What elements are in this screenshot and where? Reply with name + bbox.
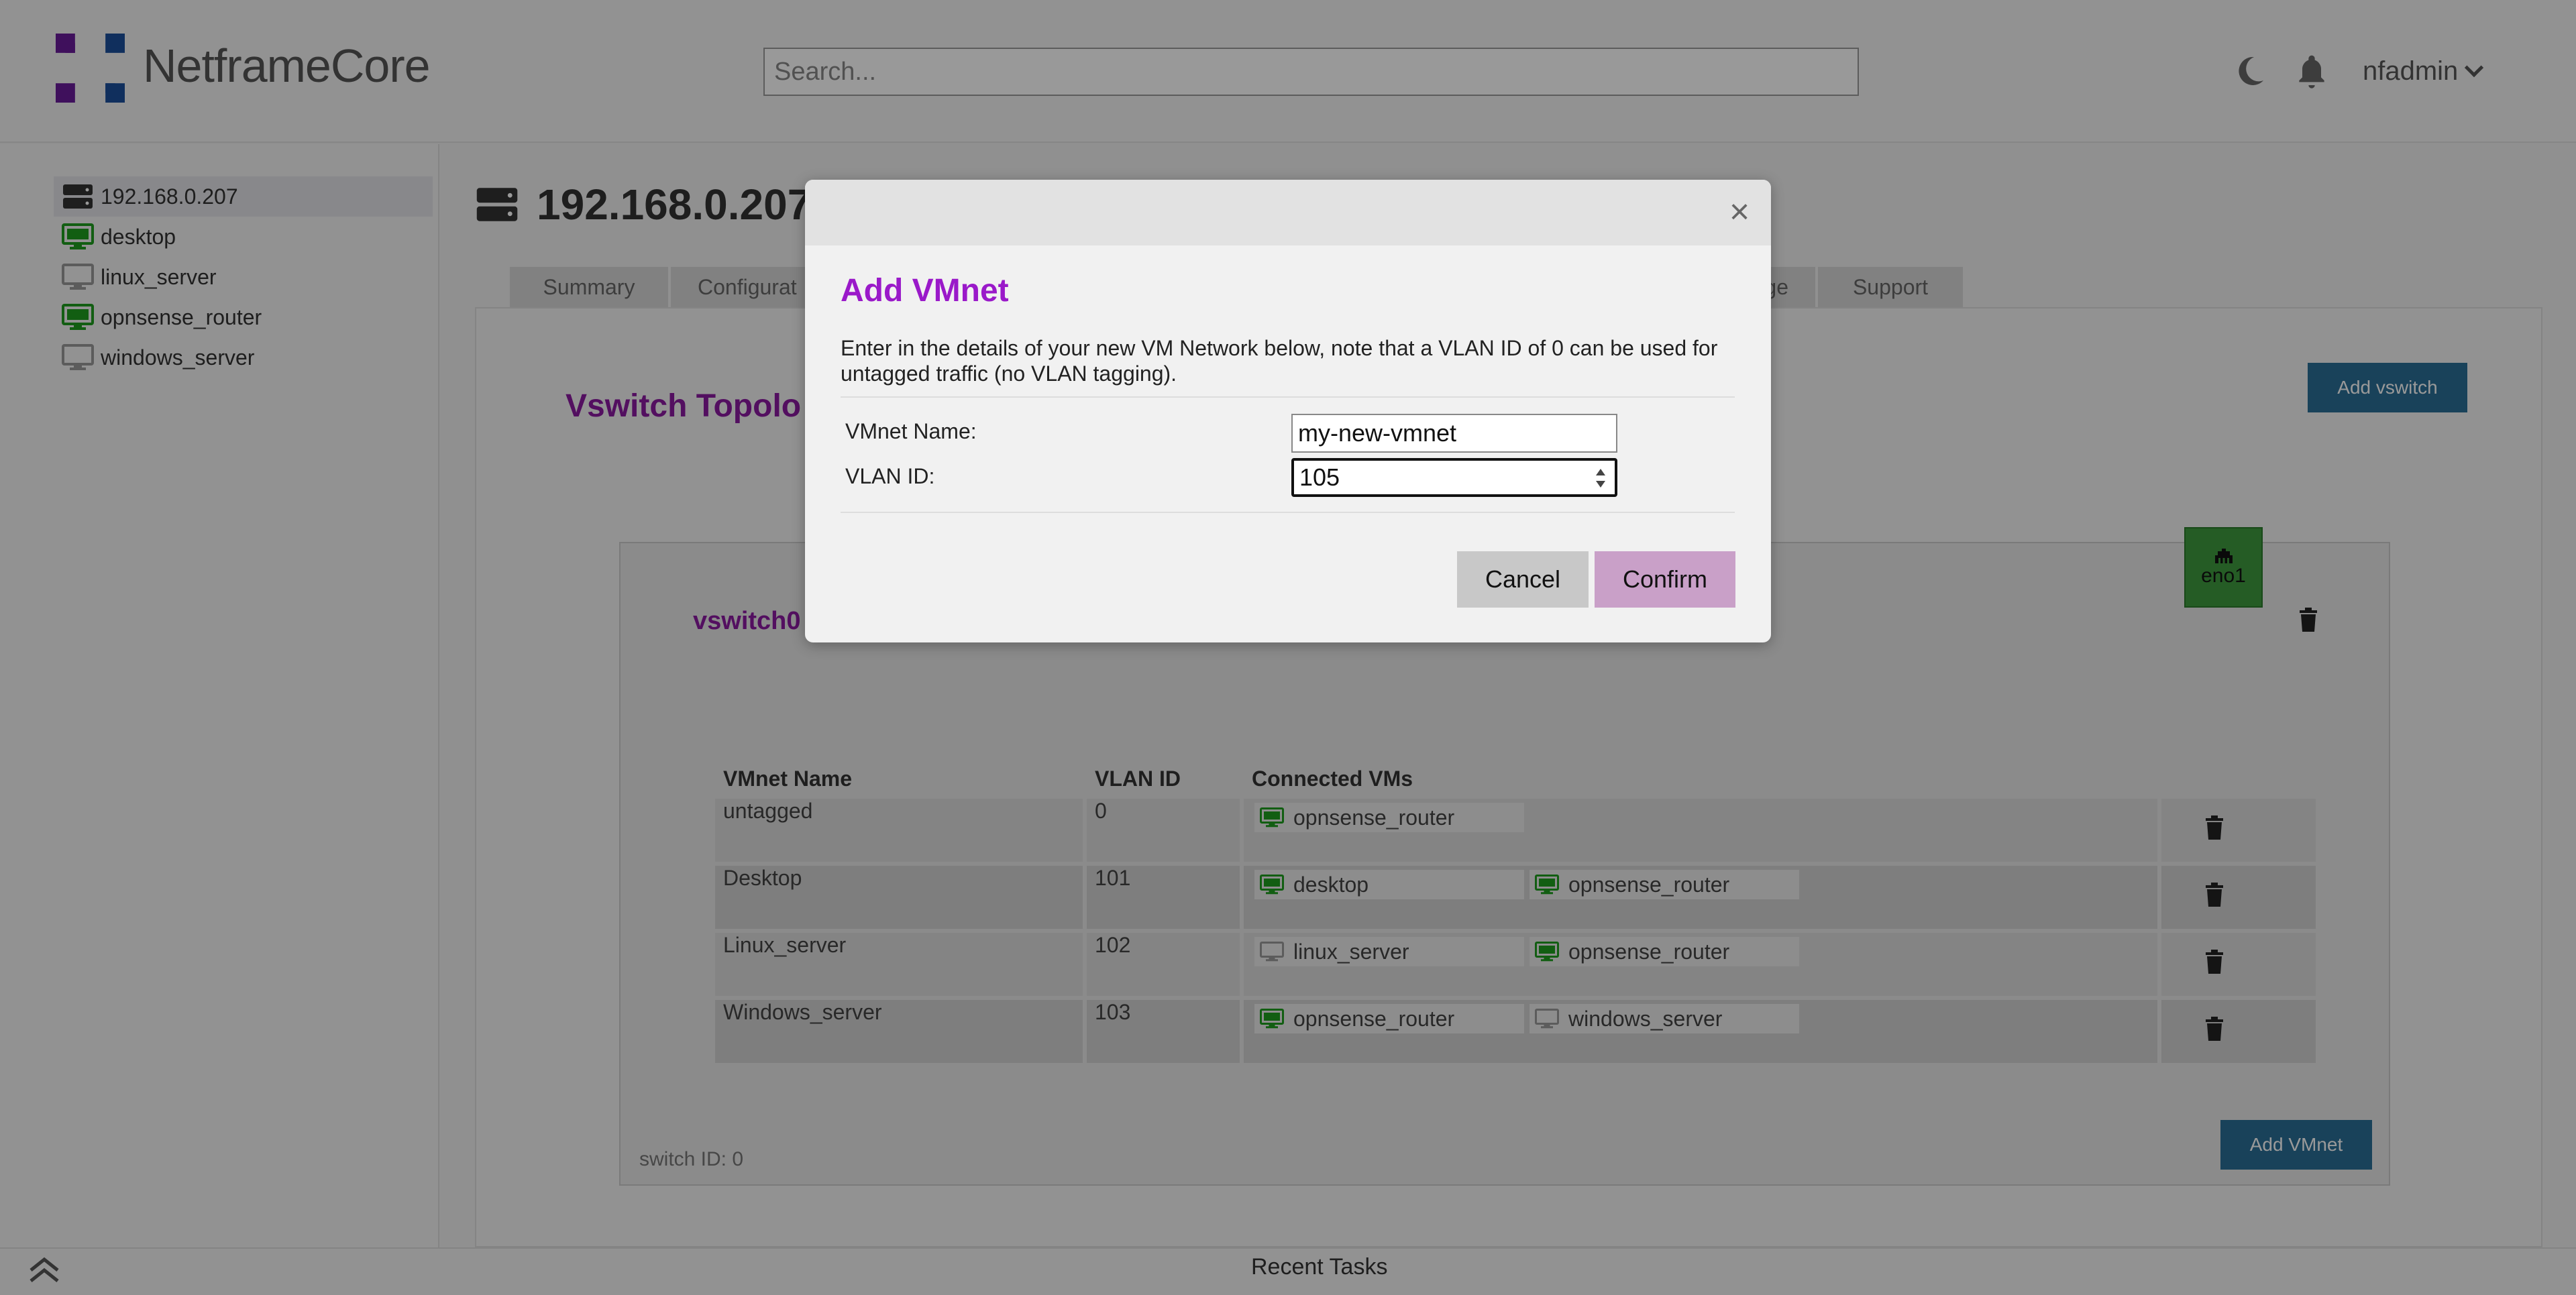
divider <box>841 512 1735 513</box>
vmnet-name-input[interactable] <box>1291 414 1617 453</box>
divider <box>841 396 1735 398</box>
number-spinner-icon[interactable] <box>1593 466 1608 490</box>
close-icon[interactable]: × <box>1721 192 1758 231</box>
vlan-id-input[interactable]: 105 <box>1291 458 1617 497</box>
vlan-id-value: 105 <box>1299 463 1340 491</box>
vlan-id-label: VLAN ID: <box>845 464 935 488</box>
vmnet-name-label: VMnet Name: <box>845 419 977 443</box>
add-vmnet-dialog: × Add VMnet Enter in the details of your… <box>805 180 1771 642</box>
dialog-header <box>805 180 1771 245</box>
dialog-title: Add VMnet <box>841 273 1009 308</box>
confirm-button[interactable]: Confirm <box>1595 551 1735 608</box>
dialog-description: Enter in the details of your new VM Netw… <box>841 336 1718 386</box>
cancel-button[interactable]: Cancel <box>1457 551 1589 608</box>
